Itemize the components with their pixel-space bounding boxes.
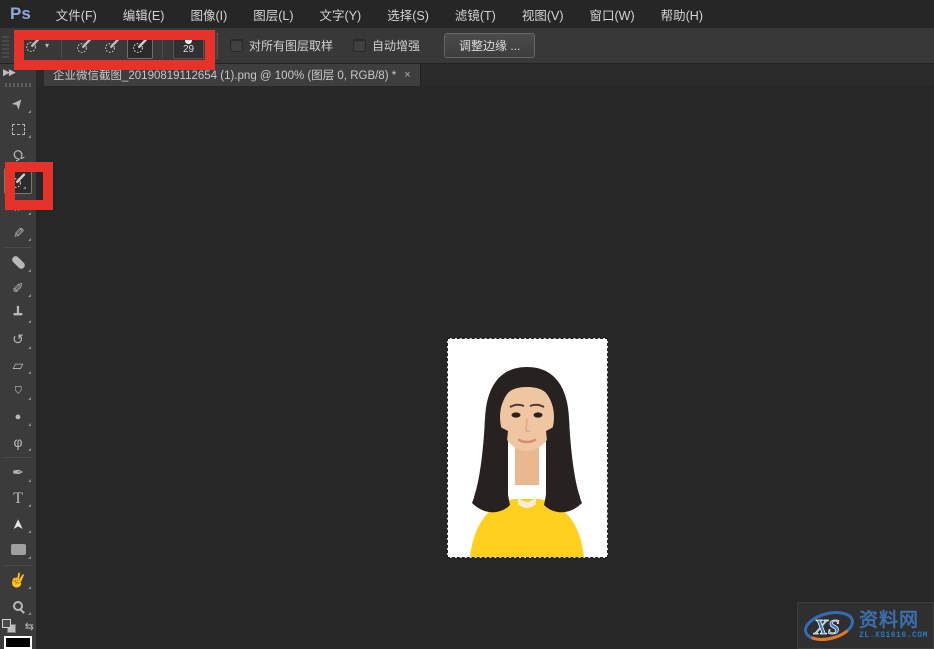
options-bar-grip bbox=[2, 34, 9, 58]
collapse-panel-icon[interactable]: ▶▶ bbox=[0, 64, 15, 77]
menu-item-help[interactable]: 帮助(H) bbox=[648, 5, 716, 24]
swap-colors-icon[interactable]: ⇆ bbox=[25, 620, 34, 633]
lasso-icon: Ω bbox=[10, 146, 26, 165]
foreground-color-swatch[interactable] bbox=[4, 636, 32, 649]
crop-tool[interactable]: # bbox=[0, 194, 36, 220]
menu-item-view[interactable]: 视图(V) bbox=[509, 5, 577, 24]
brush-icon: ✐ bbox=[12, 280, 24, 297]
divider bbox=[4, 247, 32, 248]
watermark-site-name: 资料网 bbox=[859, 611, 928, 630]
watermark: XS 资料网 ZL.XS1616.COM bbox=[797, 602, 934, 649]
watermark-site-url: ZL.XS1616.COM bbox=[859, 632, 928, 640]
brush-preview-dot bbox=[185, 37, 192, 44]
document-tab[interactable]: 企业微信截图_20190819112654 (1).png @ 100% (图层… bbox=[44, 64, 421, 86]
svg-text:XS: XS bbox=[813, 615, 840, 639]
menu-item-filter[interactable]: 滤镜(T) bbox=[442, 5, 509, 24]
path-selection-tool[interactable]: ➤ bbox=[0, 511, 36, 537]
quick-selection-icon bbox=[76, 37, 93, 54]
new-selection-button[interactable] bbox=[71, 33, 97, 59]
dodge-tool[interactable]: φ bbox=[0, 430, 36, 456]
menu-item-file[interactable]: 文件(F) bbox=[43, 5, 110, 24]
photoshop-logo: Ps bbox=[0, 4, 43, 24]
canvas-area[interactable]: XS 资料网 ZL.XS1616.COM bbox=[36, 86, 934, 649]
brush-size-value: 29 bbox=[183, 45, 194, 55]
tools-panel: ▶▶ ➤ Ω # ✎ ✐ ┻ ↺ ▱ ⌂ ● φ ✒ T bbox=[0, 64, 36, 649]
color-controls: ⇆ bbox=[0, 619, 36, 649]
document-tab-title: 企业微信截图_20190819112654 (1).png @ 100% (图层… bbox=[53, 67, 396, 83]
chevron-down-icon: ▾ bbox=[45, 41, 49, 50]
auto-enhance-checkbox[interactable] bbox=[353, 39, 366, 52]
paint-bucket-tool[interactable]: ⌂ bbox=[0, 378, 36, 404]
move-icon: ➤ bbox=[8, 94, 29, 114]
menu-item-select[interactable]: 选择(S) bbox=[374, 5, 442, 24]
paint-bucket-icon: ⌂ bbox=[14, 383, 22, 399]
quick-selection-icon bbox=[25, 36, 42, 56]
type-tool[interactable]: T bbox=[0, 486, 36, 512]
close-icon[interactable]: × bbox=[404, 69, 410, 81]
tools-panel-grip[interactable] bbox=[5, 83, 31, 87]
brush-size-dropdown[interactable]: ▾ bbox=[203, 33, 218, 59]
bandaid-icon bbox=[10, 255, 26, 271]
divider bbox=[4, 565, 32, 566]
crop-icon: # bbox=[14, 198, 22, 214]
photoshop-window: Ps 文件(F) 编辑(E) 图像(I) 图层(L) 文字(Y) 选择(S) 滤… bbox=[0, 0, 934, 649]
pen-tool[interactable]: ✒ bbox=[0, 460, 36, 486]
pen-icon: ✒ bbox=[12, 464, 24, 481]
menu-item-window[interactable]: 窗口(W) bbox=[577, 5, 648, 24]
menu-item-type[interactable]: 文字(Y) bbox=[307, 5, 375, 24]
zoom-tool[interactable] bbox=[0, 593, 36, 619]
hand-tool[interactable]: ✌ bbox=[0, 568, 36, 594]
menu-item-image[interactable]: 图像(I) bbox=[177, 5, 240, 24]
menu-item-layer[interactable]: 图层(L) bbox=[240, 5, 306, 24]
refine-edge-button[interactable]: 调整边缘 ... bbox=[444, 33, 535, 58]
auto-enhance-label: 自动增强 bbox=[372, 37, 420, 54]
stamp-icon: ┻ bbox=[14, 306, 22, 323]
clone-stamp-tool[interactable]: ┻ bbox=[0, 301, 36, 327]
eraser-icon: ▱ bbox=[13, 357, 24, 374]
divider bbox=[4, 457, 32, 458]
chevron-down-icon: ▾ bbox=[209, 41, 213, 50]
quick-selection-tool[interactable] bbox=[4, 168, 32, 194]
magnifier-icon bbox=[13, 601, 23, 611]
marquee-icon bbox=[12, 124, 25, 135]
spot-healing-brush-tool[interactable] bbox=[0, 250, 36, 276]
xs-logo-icon: XS bbox=[802, 606, 856, 646]
eyedropper-tool[interactable]: ✎ bbox=[0, 219, 36, 245]
subtract-from-selection-button[interactable]: − bbox=[127, 33, 153, 59]
sample-all-layers-label: 对所有图层取样 bbox=[249, 37, 333, 54]
move-tool[interactable]: ➤ bbox=[0, 91, 36, 117]
brush-size-picker[interactable]: 29 ▾ bbox=[173, 33, 218, 59]
path-selection-icon: ➤ bbox=[9, 518, 26, 530]
eraser-tool[interactable]: ▱ bbox=[0, 353, 36, 379]
shape-tool[interactable] bbox=[0, 537, 36, 563]
separator bbox=[61, 34, 62, 58]
id-photo-with-selection[interactable] bbox=[448, 339, 607, 557]
blur-drop-icon: ● bbox=[15, 411, 22, 423]
history-brush-tool[interactable]: ↺ bbox=[0, 327, 36, 353]
menu-item-edit[interactable]: 编辑(E) bbox=[110, 5, 178, 24]
menu-bar: Ps 文件(F) 编辑(E) 图像(I) 图层(L) 文字(Y) 选择(S) 滤… bbox=[0, 0, 934, 28]
hand-icon: ✌ bbox=[7, 570, 28, 591]
rectangular-marquee-tool[interactable] bbox=[0, 117, 36, 143]
add-to-selection-button[interactable]: + bbox=[99, 33, 125, 59]
rectangle-shape-icon bbox=[11, 544, 26, 555]
dodge-icon: φ bbox=[13, 434, 22, 450]
lasso-tool[interactable]: Ω bbox=[0, 142, 36, 168]
type-icon: T bbox=[13, 490, 23, 508]
blur-tool[interactable]: ● bbox=[0, 404, 36, 430]
default-colors-icon[interactable] bbox=[2, 619, 16, 633]
sample-all-layers-checkbox[interactable] bbox=[230, 39, 243, 52]
history-brush-icon: ↺ bbox=[12, 331, 24, 348]
tool-options-bar: ▾ + − 29 bbox=[0, 28, 934, 64]
eyedropper-icon: ✎ bbox=[9, 226, 26, 238]
brush-tool[interactable]: ✐ bbox=[0, 276, 36, 302]
tool-preset-picker[interactable]: ▾ bbox=[21, 34, 53, 58]
quick-selection-icon bbox=[10, 172, 27, 189]
separator bbox=[162, 34, 163, 58]
portrait-photo bbox=[448, 339, 607, 557]
document-tab-bar: 企业微信截图_20190819112654 (1).png @ 100% (图层… bbox=[36, 64, 934, 86]
